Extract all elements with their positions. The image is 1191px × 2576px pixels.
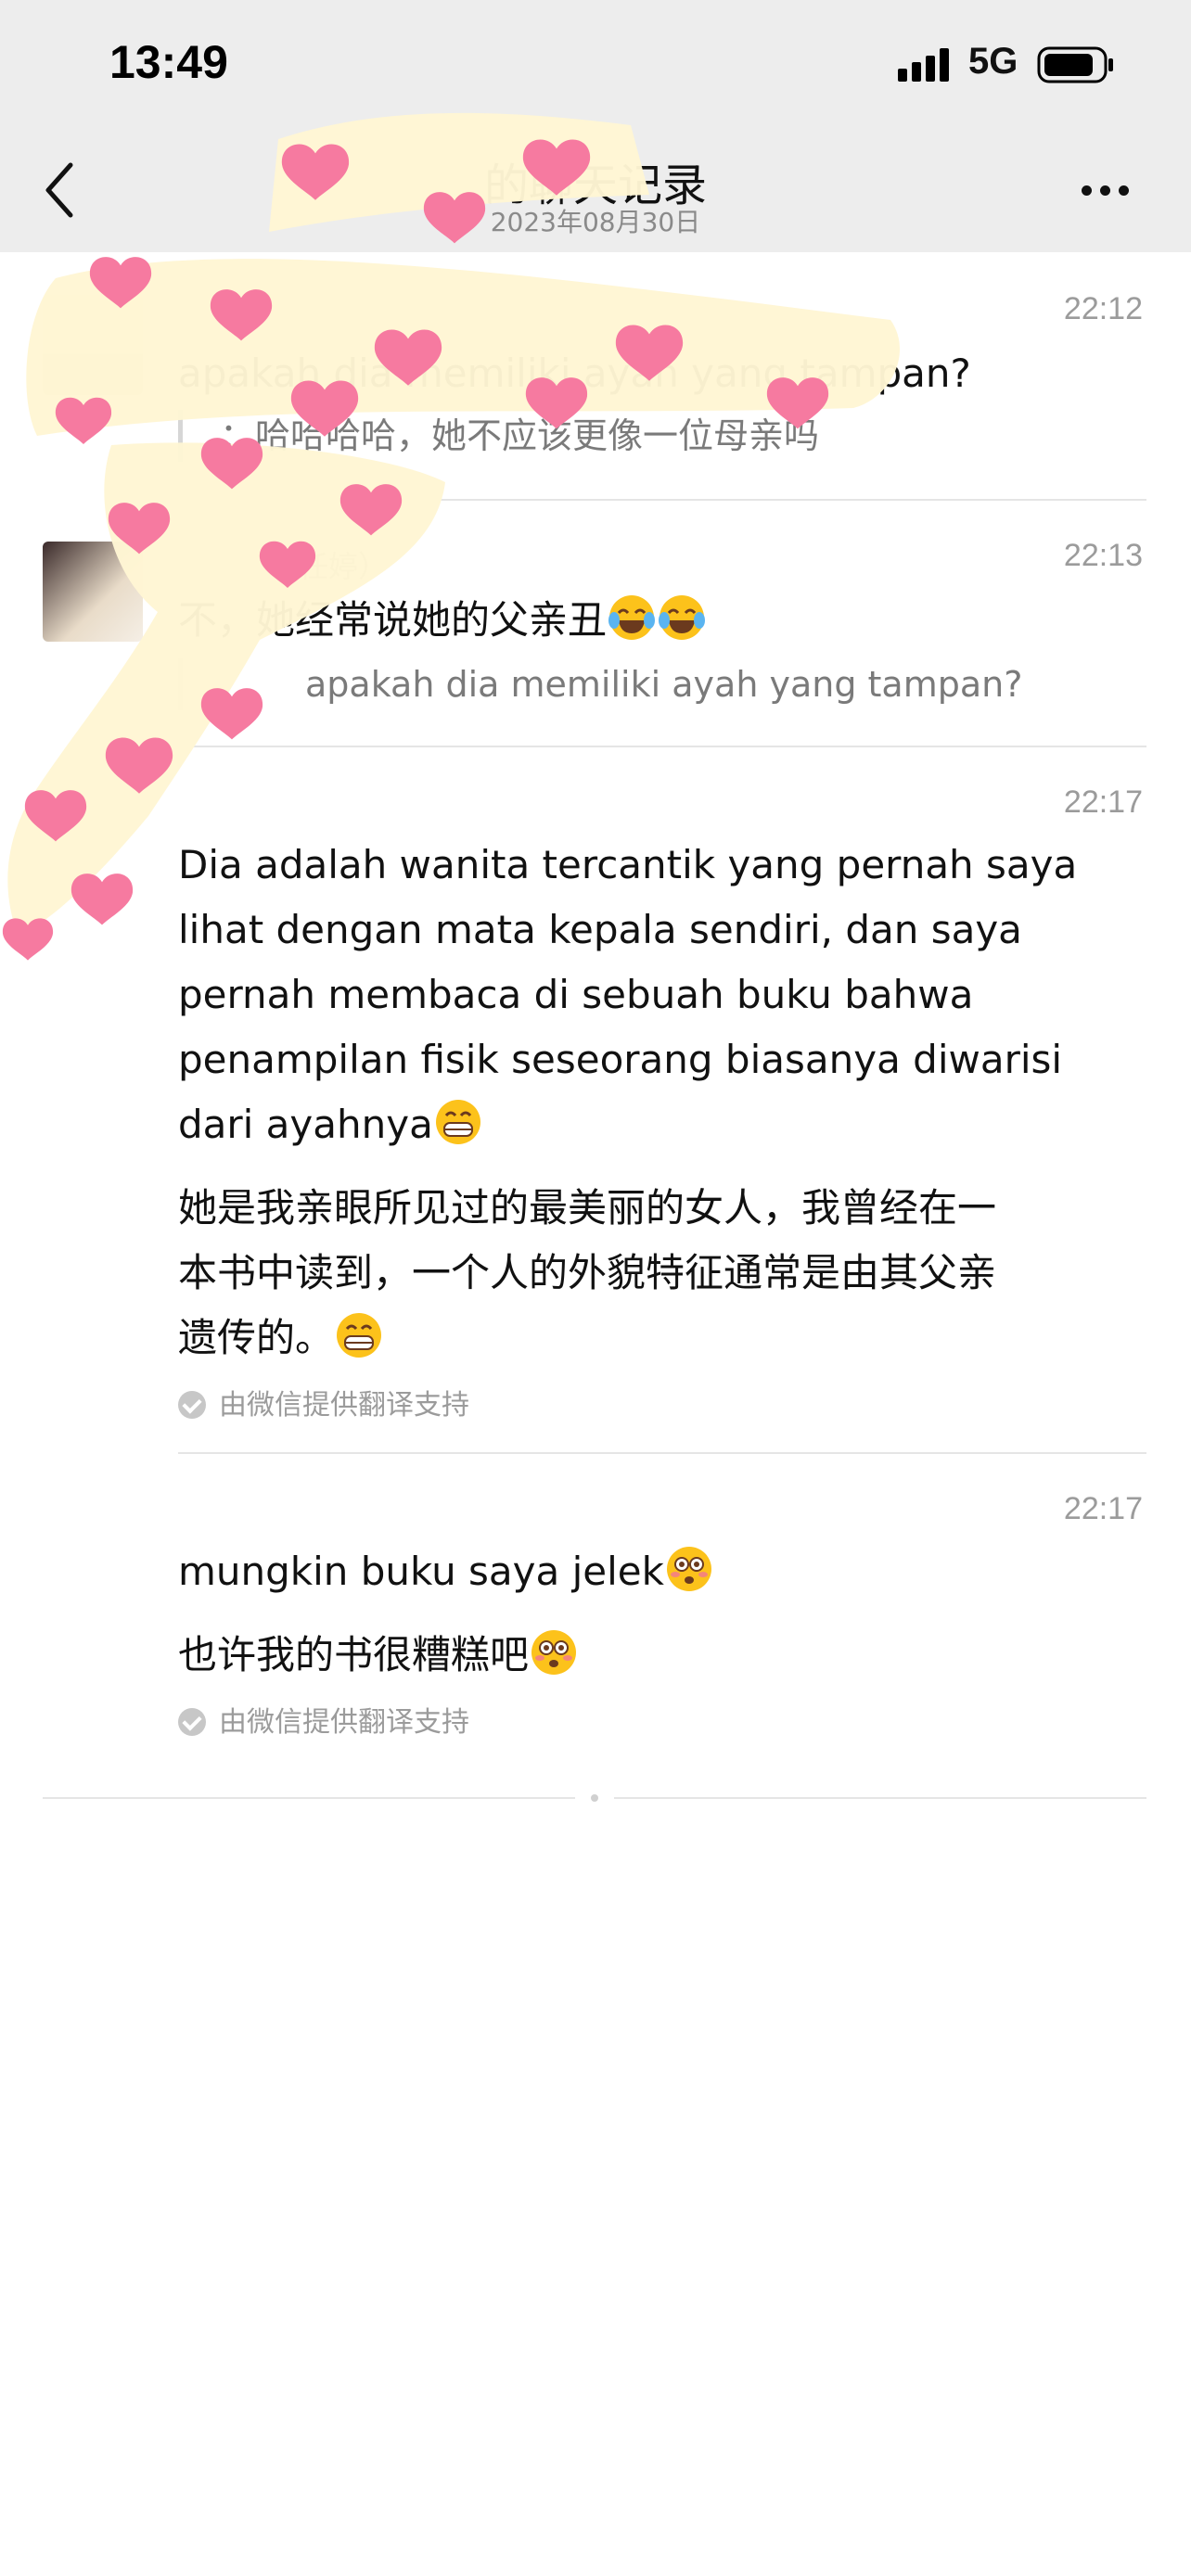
- translation-line-last: 遗传的。: [178, 1306, 1133, 1371]
- divider: [178, 499, 1146, 501]
- message-text-content: mungkin buku saya jelek: [178, 1549, 664, 1594]
- translation-note-text: 由微信提供翻译支持: [219, 1389, 469, 1422]
- more-options-button[interactable]: [1082, 182, 1137, 200]
- flushed-emoji-icon: [531, 1630, 577, 1675]
- check-circle-icon: [178, 1708, 206, 1736]
- end-divider-dot: [591, 1794, 598, 1802]
- page-subtitle-date: 2023年08月30日: [490, 207, 701, 237]
- quoted-message: ：哈哈哈哈，她不应该更像一位母亲吗: [178, 410, 819, 462]
- network-type: 5G: [968, 41, 1018, 82]
- grinning-emoji-icon: [435, 1100, 480, 1144]
- header: 13:49 5G 的聊天记录 2023年08月30日: [0, 0, 1191, 252]
- message-line: pernah membaca di sebuah buku bahwa: [178, 972, 974, 1017]
- tears-of-joy-emoji-icon: [659, 595, 706, 640]
- grinning-emoji-icon: [337, 1313, 382, 1358]
- message-line: lihat dengan mata kepala sendiri, dan sa…: [178, 907, 1022, 952]
- avatar: [43, 542, 143, 642]
- translation-line: 遗传的。: [178, 1315, 335, 1360]
- end-divider-left: [43, 1797, 575, 1799]
- message-time: 22:13: [1063, 538, 1143, 573]
- translation-note: 由微信提供翻译支持: [178, 1699, 469, 1740]
- tears-of-joy-emoji-icon: [608, 595, 656, 640]
- message-line: penampilan fisik seseorang biasanya diwa…: [178, 1037, 1063, 1082]
- divider: [178, 746, 1146, 747]
- status-time: 13:49: [109, 36, 228, 88]
- message-text: 不，她经常说她的父亲丑: [178, 588, 1133, 653]
- avatar: [43, 295, 143, 395]
- message-text-content: 不，她经常说她的父亲丑: [178, 597, 608, 643]
- message-text: Dia adalah wanita tercantik yang pernah …: [178, 833, 1133, 1157]
- message-time: 22:17: [1063, 784, 1143, 820]
- flushed-emoji-icon: [666, 1547, 711, 1591]
- message-text: apakah dia memiliki ayah yang tampan?: [178, 351, 971, 396]
- translation-text: 她是我亲眼所见过的最美丽的女人，我曾经在一 本书中读到，一个人的外貌特征通常是由…: [178, 1176, 1133, 1371]
- quoted-message: apakah dia memiliki ayah yang tampan?: [178, 658, 1022, 710]
- message-line: dari ayahnya: [178, 1102, 433, 1147]
- translation-line: 本书中读到，一个人的外貌特征通常是由其父亲: [178, 1250, 997, 1295]
- divider: [178, 1452, 1146, 1454]
- battery-icon: [1037, 46, 1113, 83]
- translation-line: 她是我亲眼所见过的最美丽的女人，我曾经在一: [178, 1185, 997, 1231]
- check-circle-icon: [178, 1391, 206, 1419]
- signal-icon: [898, 48, 949, 82]
- message-line-last: dari ayahnya: [178, 1092, 1133, 1157]
- message-text: mungkin buku saya jelek: [178, 1539, 1133, 1604]
- translation-note: 由微信提供翻译支持: [178, 1382, 469, 1422]
- sender-name: （任婷）: [269, 549, 389, 584]
- end-divider-right: [614, 1797, 1146, 1799]
- message-time: 22:17: [1063, 1491, 1143, 1526]
- message-line: Dia adalah wanita tercantik yang pernah …: [178, 842, 1078, 887]
- translation-text: 也许我的书很糟糕吧: [178, 1623, 1133, 1688]
- message-time: 22:12: [1063, 291, 1143, 326]
- translation-note-text: 由微信提供翻译支持: [219, 1706, 469, 1739]
- translation-line: 也许我的书很糟糕吧: [178, 1632, 530, 1677]
